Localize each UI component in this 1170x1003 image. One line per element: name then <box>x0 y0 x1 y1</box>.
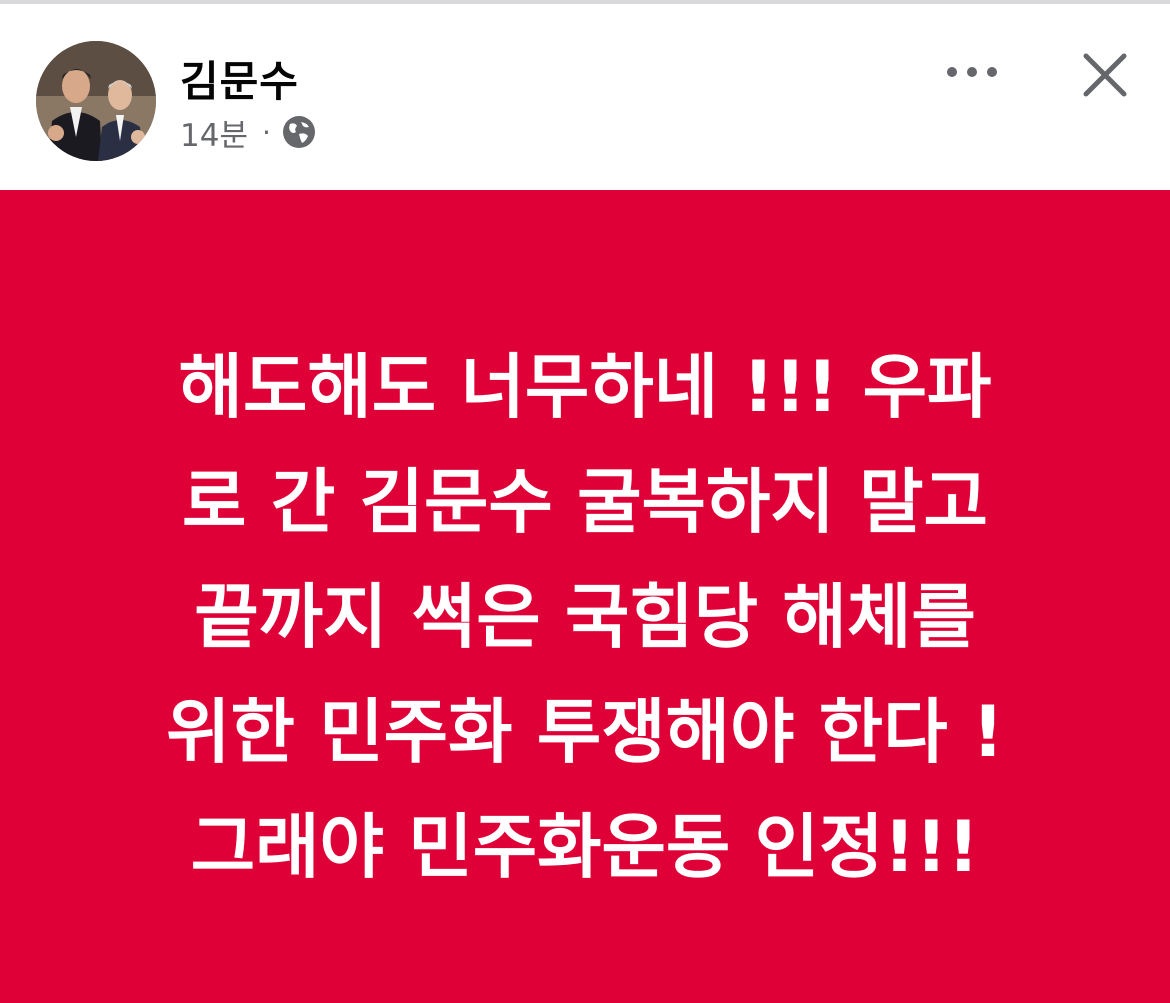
author-name[interactable]: 김문수 <box>180 48 299 109</box>
post-text: 해도해도 너무하네 !!! 우파 로 간 김문수 굴복하지 말고 끝까지 썩은 … <box>60 330 1110 905</box>
more-options-button[interactable] <box>940 48 1004 96</box>
post-time[interactable]: 14분 <box>180 110 248 155</box>
close-button[interactable] <box>1070 40 1140 110</box>
post-text-line: 그래야 민주화운동 인정!!! <box>190 806 980 888</box>
post-text-line: 위한 민주화 투쟁해야 한다 ! <box>166 691 1004 773</box>
author-avatar[interactable] <box>36 41 156 161</box>
post-header: 김문수 14분 · <box>0 4 1170 190</box>
close-icon <box>1083 53 1127 97</box>
more-horizontal-icon <box>947 67 997 77</box>
post-meta: 14분 · <box>180 110 317 155</box>
post-text-line: 해도해도 너무하네 !!! 우파 <box>178 346 992 428</box>
post-content-card[interactable]: 해도해도 너무하네 !!! 우파 로 간 김문수 굴복하지 말고 끝까지 썩은 … <box>0 190 1170 1003</box>
post-text-line: 로 간 김문수 굴복하지 말고 <box>182 461 988 543</box>
post-text-line: 끝까지 썩은 국힘당 해체를 <box>194 576 976 658</box>
meta-separator: · <box>261 115 271 149</box>
globe-icon[interactable] <box>281 114 317 150</box>
